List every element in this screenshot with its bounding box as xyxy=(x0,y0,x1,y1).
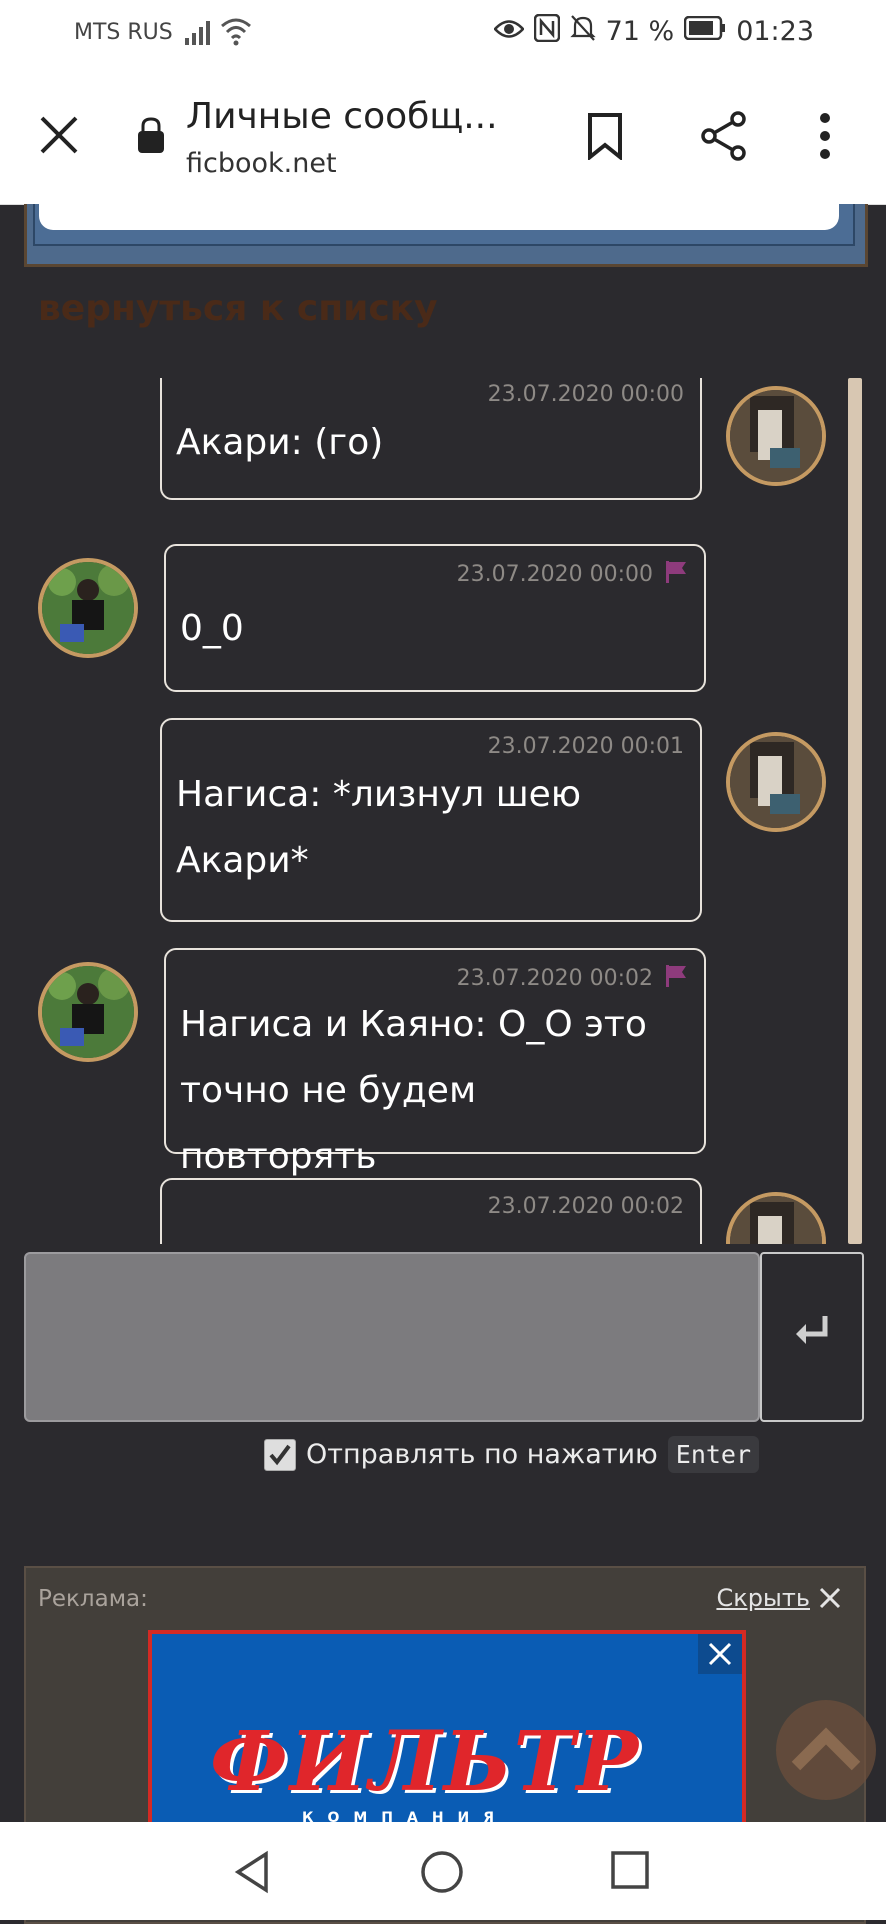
message-time-text: 23.07.2020 00:02 xyxy=(456,966,653,991)
eye-icon xyxy=(492,16,525,47)
message-list: 23.07.2020 00:00 Акари: (го) 23.07.2020 … xyxy=(0,378,886,1244)
battery-icon xyxy=(683,15,726,47)
ad-close-icon[interactable] xyxy=(698,1634,742,1674)
close-tab-icon[interactable] xyxy=(36,112,82,158)
back-nav-icon[interactable] xyxy=(232,1850,272,1898)
signal-icon xyxy=(184,20,212,50)
message-time: 23.07.2020 00:00 xyxy=(487,382,684,407)
carrier-name: MTS RUS xyxy=(74,20,173,45)
message-time: 23.07.2020 00:02 xyxy=(457,964,688,994)
avatar[interactable] xyxy=(726,386,826,486)
ad-label: Реклама: xyxy=(38,1586,148,1612)
message-item: 23.07.2020 00:02 Нагиса и Каяно: О_О это… xyxy=(164,948,706,1177)
message-text: Акари: (го) xyxy=(176,422,384,463)
page-title: Личные сообщ... xyxy=(186,96,498,137)
avatar[interactable] xyxy=(38,962,138,1062)
ad-hide-button[interactable]: Скрыть xyxy=(716,1584,842,1612)
flag-icon[interactable] xyxy=(664,964,688,994)
message-item: 23.07.2020 00:02 xyxy=(160,1178,702,1244)
message-time: 23.07.2020 00:00 xyxy=(457,560,688,590)
battery-percent: 71 % xyxy=(605,16,675,47)
message-item: 23.07.2020 00:01 Нагиса: *лизнул шею Ака… xyxy=(160,718,702,922)
page-url[interactable]: ficbook.net xyxy=(186,148,337,179)
clock: 01:23 xyxy=(736,16,814,47)
system-nav-bar xyxy=(0,1822,886,1920)
message-time: 23.07.2020 00:01 xyxy=(487,734,684,759)
enter-key-hint: Enter xyxy=(667,1436,760,1473)
lock-icon xyxy=(136,116,166,158)
close-icon xyxy=(819,1587,841,1609)
ad-banner[interactable]: ФИЛЬТР КОМПАНИЯ xyxy=(148,1630,746,1838)
avatar[interactable] xyxy=(726,732,826,832)
bell-off-icon xyxy=(569,14,596,49)
nfc-icon xyxy=(533,13,560,49)
recents-nav-icon[interactable] xyxy=(610,1850,650,1894)
send-on-enter-row: Отправлять по нажатию Enter xyxy=(264,1436,760,1473)
status-bar: MTS RUS 71 % 01:23 xyxy=(0,0,886,68)
message-input[interactable] xyxy=(24,1252,760,1422)
scroll-to-top-button[interactable] xyxy=(776,1700,876,1800)
chevron-up-icon xyxy=(791,1727,861,1771)
browser-toolbar: Личные сообщ... ficbook.net xyxy=(0,68,886,205)
wifi-icon xyxy=(220,16,252,50)
send-button[interactable] xyxy=(760,1252,864,1422)
message-text: 0_0 xyxy=(180,608,244,649)
header-panel-field xyxy=(39,200,839,230)
message-time-text: 23.07.2020 00:00 xyxy=(456,562,653,587)
more-menu-icon[interactable] xyxy=(818,112,832,164)
avatar[interactable] xyxy=(726,1192,826,1244)
share-icon[interactable] xyxy=(698,110,750,166)
send-on-enter-checkbox[interactable] xyxy=(264,1438,296,1471)
bookmark-icon[interactable] xyxy=(584,112,626,164)
message-time: 23.07.2020 00:02 xyxy=(487,1194,684,1219)
message-text: Нагиса: *лизнул шею Акари* xyxy=(176,774,582,881)
ad-brand: ФИЛЬТР xyxy=(210,1714,641,1810)
message-text: Нагиса и Каяно: О_О это точно не будем п… xyxy=(180,1004,647,1177)
send-on-enter-label: Отправлять по нажатию xyxy=(306,1439,658,1470)
avatar[interactable] xyxy=(38,558,138,658)
message-item: 23.07.2020 00:00 Акари: (го) xyxy=(160,378,702,500)
home-nav-icon[interactable] xyxy=(420,1850,464,1898)
message-item: 23.07.2020 00:00 0_0 xyxy=(164,544,706,692)
header-panel xyxy=(24,200,868,267)
message-scrollbar[interactable] xyxy=(848,378,862,1244)
flag-icon[interactable] xyxy=(664,560,688,590)
enter-arrow-icon xyxy=(796,1316,828,1344)
status-right: 71 % 01:23 xyxy=(492,13,814,49)
ad-hide-label: Скрыть xyxy=(716,1584,810,1612)
back-to-list-link[interactable]: вернуться к списку xyxy=(38,288,438,329)
